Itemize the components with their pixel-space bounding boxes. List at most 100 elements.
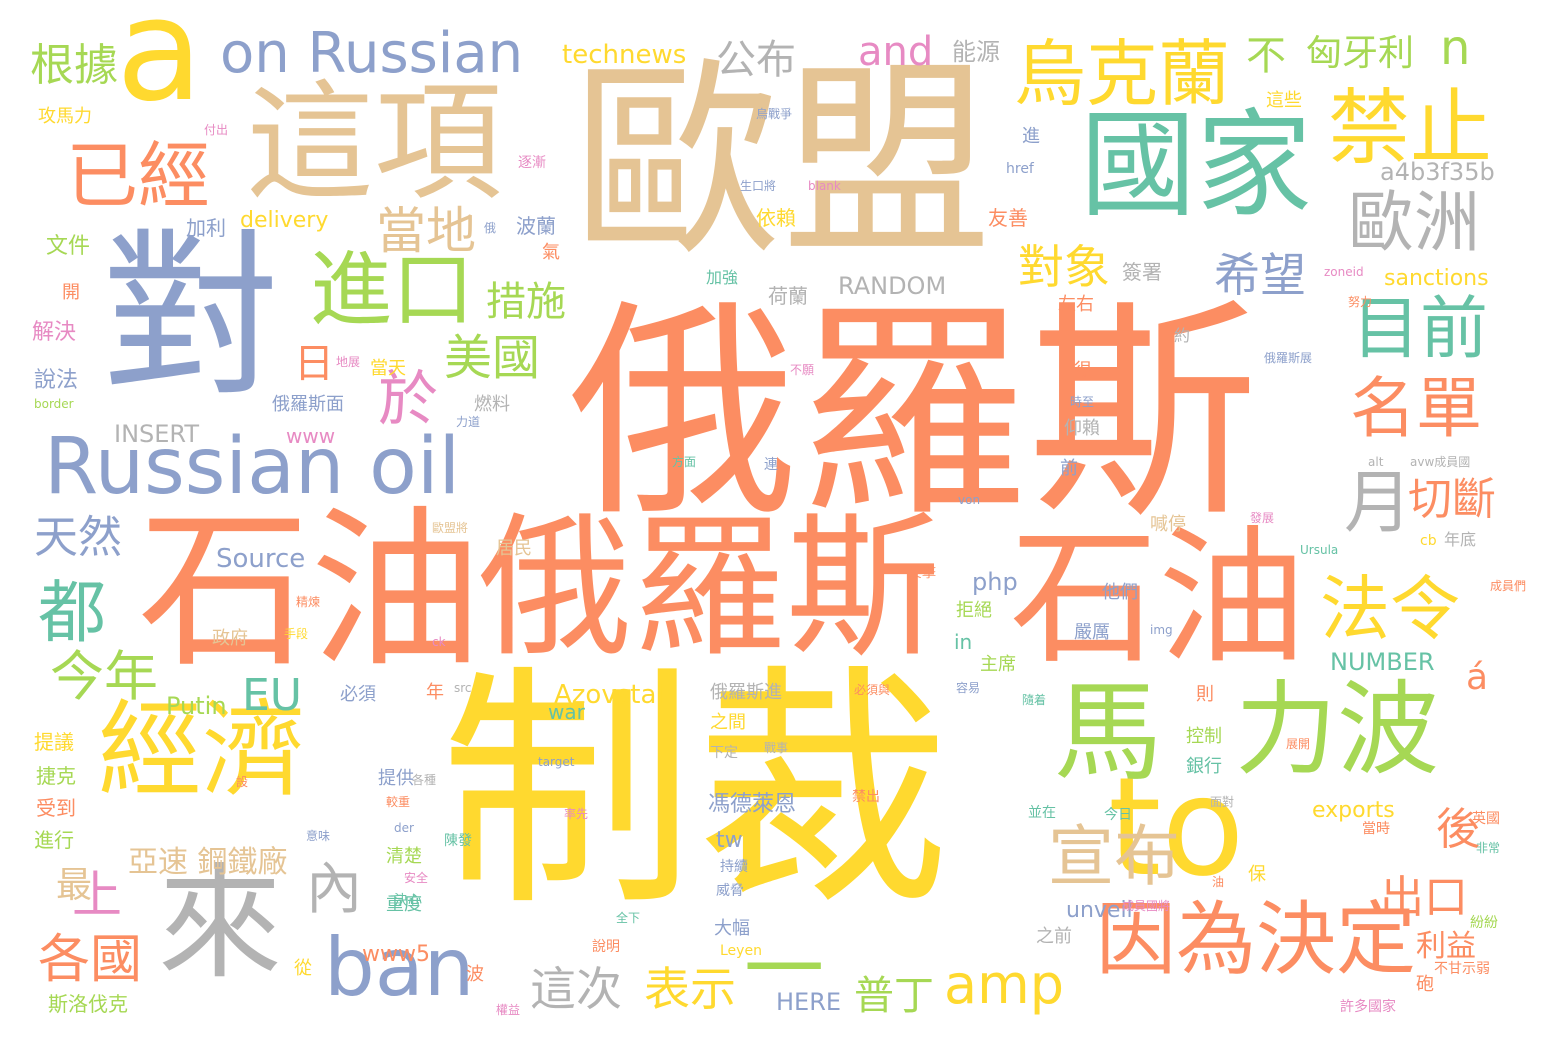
word: 地展 <box>336 355 361 369</box>
word: 前 <box>1060 458 1078 479</box>
word: Putin <box>166 692 227 720</box>
word: 烏克蘭 <box>1014 32 1231 116</box>
word: 利益 <box>1416 929 1476 964</box>
word: 亞速 鋼鐵廠 <box>128 845 288 880</box>
word: 已經 <box>66 134 211 218</box>
word: 提議 <box>34 730 74 754</box>
word: 陳發 <box>444 833 472 849</box>
word: 紛紛 <box>1470 915 1498 931</box>
word: amp <box>944 953 1064 1016</box>
word: 友善 <box>988 206 1028 230</box>
word: von <box>958 493 981 507</box>
word: 威脅 <box>716 883 744 899</box>
word: 波 <box>466 964 484 985</box>
word: php <box>972 568 1018 596</box>
word: 簽署 <box>1122 260 1162 284</box>
word: 荷蘭 <box>768 284 808 308</box>
word: href <box>1006 161 1034 177</box>
word: tw <box>716 828 743 853</box>
word: 當地 <box>376 202 476 260</box>
word: 國家 <box>1080 98 1312 233</box>
word: 月 <box>1344 464 1413 543</box>
word: 各種 <box>412 773 437 787</box>
word: 都 <box>38 574 107 653</box>
word: NUMBER <box>1330 648 1435 676</box>
word: 拒絕 <box>956 600 992 621</box>
word: 必須與 <box>854 683 891 697</box>
word: 日 <box>294 341 334 387</box>
word: 力道 <box>456 415 481 429</box>
word: ban <box>324 921 475 1014</box>
word: 之前 <box>1036 926 1072 947</box>
word: der <box>394 821 414 835</box>
word: www5 <box>362 942 430 967</box>
word: 進行 <box>34 828 74 852</box>
word: blank <box>808 179 841 193</box>
word: 清楚 <box>386 846 422 867</box>
word: in <box>954 630 973 654</box>
word: 燃料 <box>474 394 510 415</box>
word: 解決 <box>32 320 77 345</box>
word: 希望 <box>1214 248 1306 302</box>
word: 開 <box>62 282 80 303</box>
word: 進 <box>1022 126 1040 147</box>
word: 持續 <box>720 859 748 875</box>
word: 對象 <box>1018 240 1110 294</box>
word: img <box>1150 623 1173 637</box>
word: 說明 <box>592 939 620 955</box>
word: 措施 <box>486 279 566 325</box>
word: 下定 <box>710 745 738 761</box>
word: 力波 <box>1235 671 1439 790</box>
word: 生口將 <box>740 179 777 193</box>
word: 最 <box>56 865 93 906</box>
word: on Russian <box>220 21 524 86</box>
word: delivery <box>240 208 329 233</box>
word: Russian oil <box>44 422 461 512</box>
word: 俄羅斯 <box>478 499 941 678</box>
word: 英國 <box>1472 811 1500 827</box>
word: 於 <box>378 365 438 435</box>
word: 進口 <box>310 243 475 338</box>
word-cloud: 俄羅斯 歐盟 制裁 石油 俄羅斯 石油 對 這項 國家 a Russian oi… <box>0 0 1548 1052</box>
word: 來 <box>158 852 283 996</box>
word: 當天 <box>370 358 406 379</box>
word: 根據 <box>30 40 118 91</box>
word: 不 <box>1246 33 1286 79</box>
word: exports <box>1312 798 1395 823</box>
word: 目前 <box>1352 290 1489 369</box>
word: 表示 <box>644 962 736 1016</box>
word: 俄羅斯展 <box>1264 351 1313 365</box>
word: 文件 <box>46 234 91 259</box>
word: 歐洲 <box>1348 184 1480 261</box>
word: 馮德萊恩 <box>708 792 797 817</box>
word: Ursula <box>1300 543 1339 557</box>
word: 俄 <box>484 221 497 235</box>
word: 銀行 <box>1186 756 1222 777</box>
word: www <box>286 424 336 448</box>
word: 意味 <box>306 829 331 843</box>
word: 許多國家 <box>1340 999 1396 1015</box>
word: EU <box>242 670 303 721</box>
word: 俄羅斯面 <box>272 394 344 415</box>
word: 嚴厲 <box>1074 622 1110 643</box>
word: 當時 <box>1362 821 1390 837</box>
word: 提供 <box>378 768 414 789</box>
word: 大幅 <box>714 918 750 939</box>
word: 連 <box>764 457 778 473</box>
word: Source <box>216 544 306 574</box>
word: border <box>34 397 74 411</box>
word: sanctions <box>1384 266 1489 291</box>
word: á <box>1466 657 1489 698</box>
word: 不願 <box>790 363 815 377</box>
word: 之間 <box>710 712 746 733</box>
word: 加利 <box>186 216 226 240</box>
word: 約 <box>1174 326 1191 345</box>
word: HERE <box>776 988 842 1016</box>
word: 加強 <box>706 268 739 287</box>
word: 方面 <box>672 455 697 469</box>
word: 俄羅斯進 <box>710 682 782 703</box>
word: 必須 <box>340 684 376 705</box>
word: 手段 <box>284 627 309 641</box>
word: 美國 <box>444 330 541 386</box>
word: technews <box>562 40 687 70</box>
